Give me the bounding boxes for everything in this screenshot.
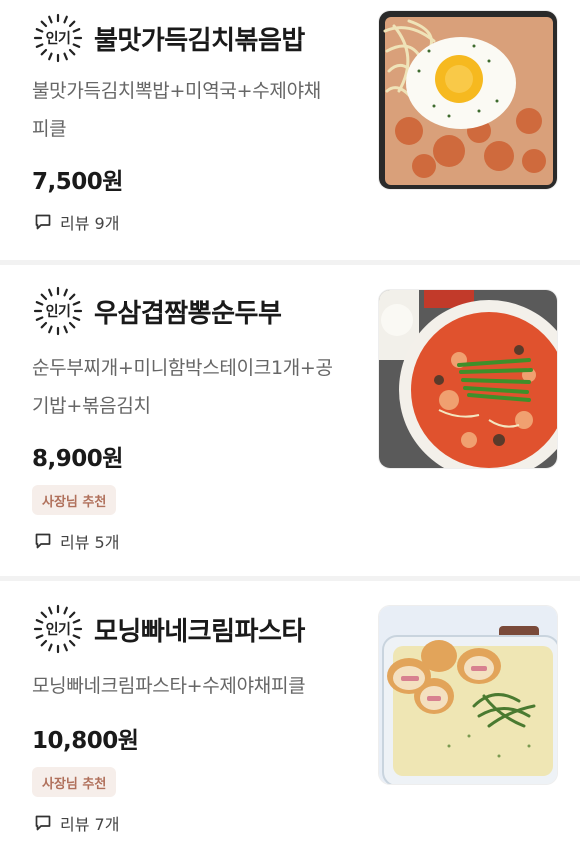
popular-badge: 인기 [32,12,84,64]
kimchi-fried-rice-image[interactable] [378,10,558,190]
menu-title-row: 인기 불맛가득김치볶음밥 [32,12,305,64]
review-count[interactable]: 리뷰 9개 [34,210,119,234]
menu-title: 우삼겹짬뽕순두부 [94,298,282,329]
recommend-badge: 사장님 추천 [32,767,117,797]
review-count[interactable]: 리뷰 5개 [34,529,119,553]
cream-pasta-image[interactable] [378,605,558,785]
menu-price: 10,800원 [32,728,139,754]
menu-description-line: 순두부찌개+미니함박스테이크1개+공 [32,357,333,379]
menu-title-row: 인기 모닝빠네크림파스타 [32,603,305,655]
review-count[interactable]: 리뷰 7개 [34,811,119,835]
popular-badge: 인기 [32,285,84,337]
menu-description-line: 기밥+볶음김치 [32,395,151,417]
review-count-label: 리뷰 9개 [60,214,120,233]
menu-item[interactable]: 인기 모닝빠네크림파스타 모닝빠네크림파스타+수제야채피클 10,800원 사장… [0,581,580,868]
menu-item[interactable]: 인기 우삼겹짬뽕순두부 순두부찌개+미니함박스테이크1개+공 기밥+볶음김치 8… [0,265,580,581]
menu-price: 8,900원 [32,446,123,472]
popular-badge-label: 인기 [45,622,71,638]
menu-item[interactable]: 인기 불맛가득김치볶음밥 불맛가득김치뽁밥+미역국+수제야채 피클 7,500원… [0,0,580,265]
popular-badge-label: 인기 [45,304,71,320]
menu-price: 7,500원 [32,169,123,195]
popular-badge: 인기 [32,603,84,655]
popular-badge-label: 인기 [45,31,71,47]
speech-bubble-icon [35,214,51,230]
speech-bubble-icon [35,533,51,549]
menu-list: 인기 불맛가득김치볶음밥 불맛가득김치뽁밥+미역국+수제야채 피클 7,500원… [0,0,580,868]
menu-title: 모닝빠네크림파스타 [94,616,305,647]
menu-description-line: 모닝빠네크림파스타+수제야채피클 [32,675,306,697]
menu-title: 불맛가득김치볶음밥 [94,25,305,56]
recommend-badge: 사장님 추천 [32,485,117,515]
menu-description: 모닝빠네크림파스타+수제야채피클 [32,667,362,705]
menu-description: 불맛가득김치뽁밥+미역국+수제야채 피클 [32,72,362,148]
jjamppong-sundubu-image[interactable] [378,289,558,469]
review-count-label: 리뷰 7개 [60,815,120,834]
menu-title-row: 인기 우삼겹짬뽕순두부 [32,285,282,337]
menu-description-line: 피클 [32,118,67,140]
menu-description-line: 불맛가득김치뽁밥+미역국+수제야채 [32,80,321,102]
speech-bubble-icon [35,815,51,831]
review-count-label: 리뷰 5개 [60,533,120,552]
menu-description: 순두부찌개+미니함박스테이크1개+공 기밥+볶음김치 [32,349,362,425]
